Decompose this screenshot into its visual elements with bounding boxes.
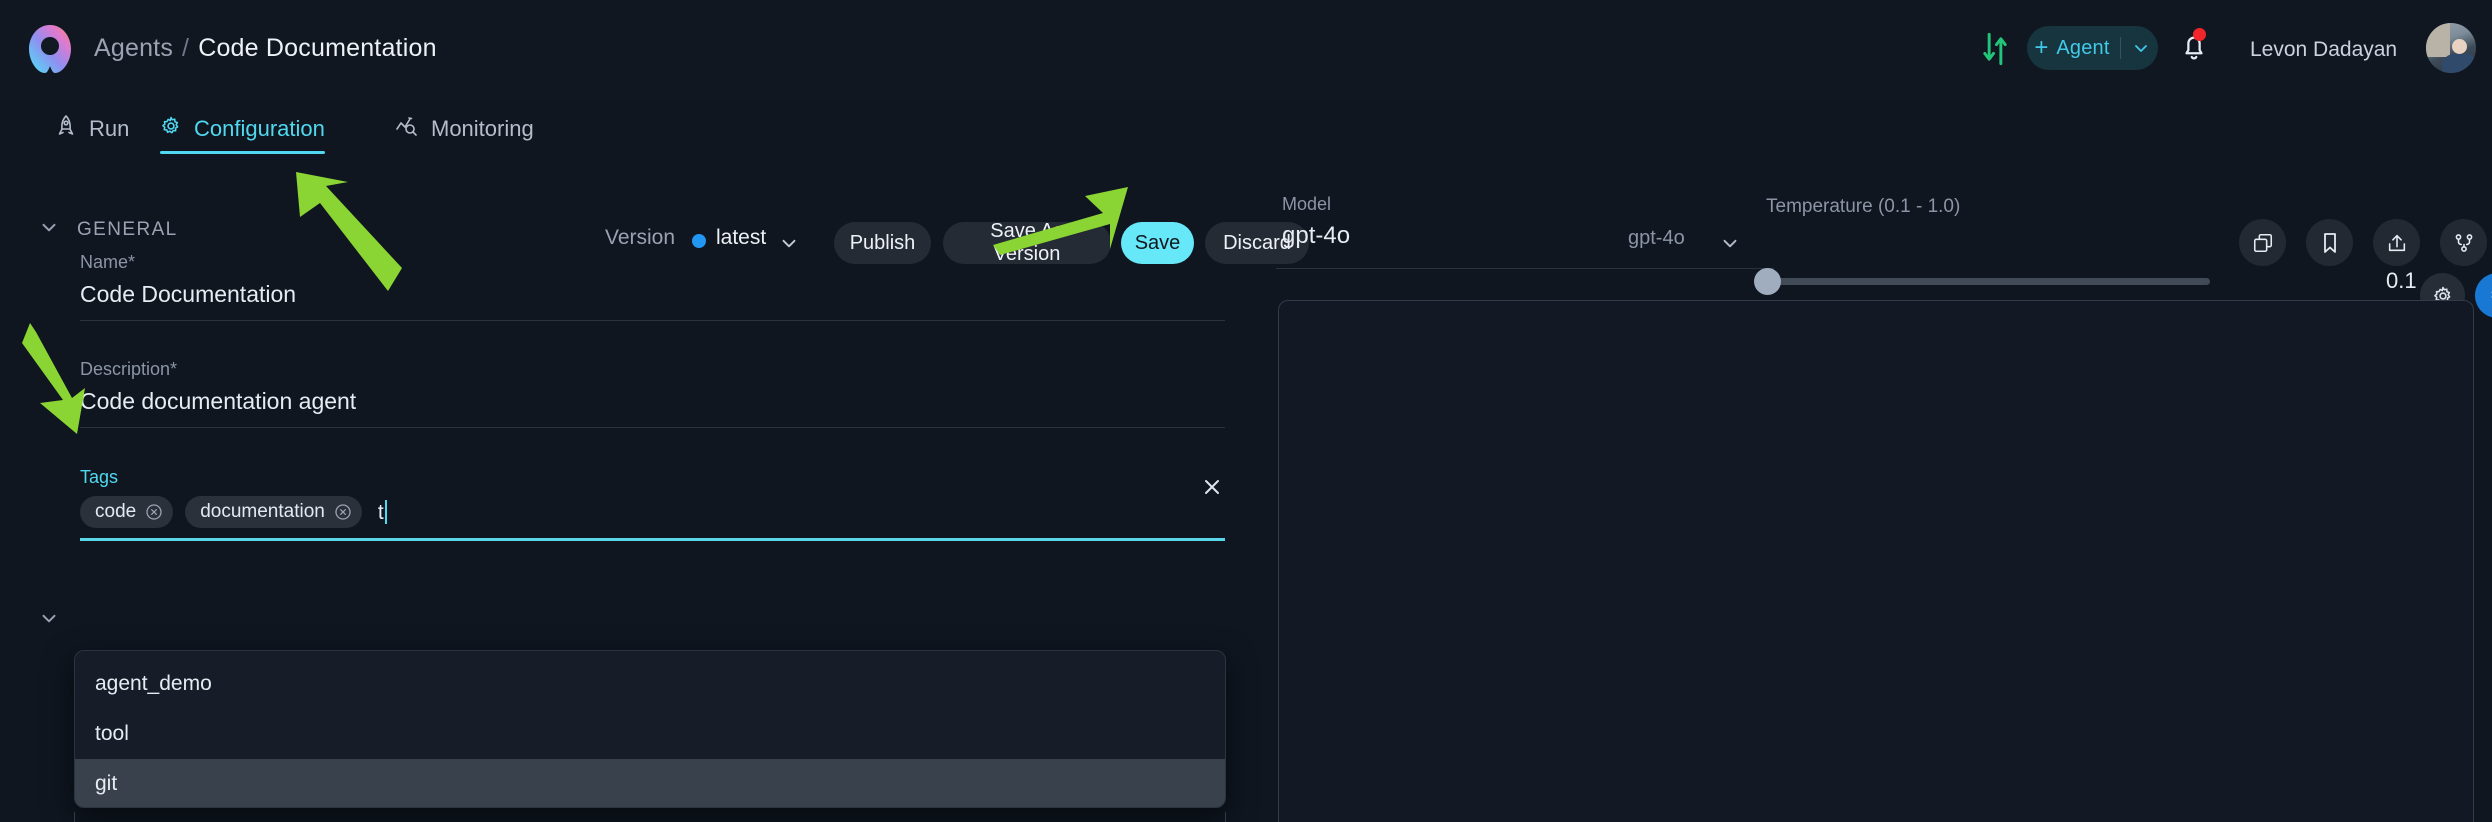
field-underline-focused [80, 538, 1225, 541]
text-caret [385, 500, 387, 524]
tag-chip[interactable]: documentation [185, 496, 362, 528]
tag-chip-label: code [95, 501, 136, 523]
tags-input[interactable]: t [374, 500, 387, 525]
tags-suggestion-item[interactable]: agent_demo [75, 659, 1225, 709]
gear-icon [160, 115, 182, 143]
alita-logo-icon[interactable] [23, 22, 77, 76]
notification-badge-dot [2193, 28, 2206, 41]
close-icon[interactable] [145, 503, 163, 521]
close-icon[interactable] [334, 503, 352, 521]
top-bar: Agents / Code Documentation + Agent Levon … [0, 0, 2492, 98]
field-description-label: Description* [80, 359, 1225, 380]
field-underline [80, 320, 1225, 321]
output-panel [1278, 300, 2474, 822]
configuration-left-panel: GENERAL Name* Code Documentation Descrip… [0, 172, 1260, 822]
tags-suggestion-item[interactable]: tool [75, 709, 1225, 759]
swap-vertical-icon[interactable] [1977, 30, 2013, 68]
field-name-label: Name* [80, 252, 1225, 273]
temperature-label: Temperature (0.1 - 1.0) [1766, 196, 1960, 218]
tags-chip-row[interactable]: code documentation t [80, 496, 1225, 538]
tab-monitoring[interactable]: Monitoring [395, 98, 534, 160]
model-field-underline [1276, 268, 1774, 269]
section-header-label: GENERAL [77, 219, 178, 241]
section-header-general[interactable]: GENERAL [38, 216, 178, 243]
field-description[interactable]: Description* Code documentation agent [80, 359, 1225, 428]
field-description-value[interactable]: Code documentation agent [80, 388, 1225, 427]
section-header-collapsed-chevron[interactable] [38, 607, 60, 634]
model-selected-value[interactable]: gpt-4o [1628, 227, 1685, 250]
tag-chip[interactable]: code [80, 496, 173, 528]
breadcrumb-parent[interactable]: Agents [94, 34, 173, 62]
rocket-icon [55, 114, 77, 144]
tab-run-label: Run [89, 116, 129, 142]
tags-suggestion-item[interactable]: git [75, 759, 1225, 808]
chevron-down-icon[interactable] [1719, 232, 1741, 259]
field-underline [80, 427, 1225, 428]
tags-input-value: t [378, 501, 384, 524]
model-value[interactable]: gpt-4o [1282, 222, 1350, 250]
model-label: Model [1282, 194, 1331, 215]
temperature-value[interactable]: 0.1 [2386, 268, 2417, 294]
configuration-right-panel: Model gpt-4o gpt-4o Temperature (0.1 - 1… [1260, 172, 2492, 822]
clear-tags-close-icon[interactable] [1198, 473, 1226, 501]
field-tags[interactable]: Tags code documentation t [80, 467, 1225, 541]
tab-configuration[interactable]: Configuration [160, 98, 325, 160]
tab-bar: Run Configuration Monitoring Version lat… [0, 98, 2492, 160]
breadcrumb: Agents / Code Documentation [94, 34, 437, 63]
field-name-value[interactable]: Code Documentation [80, 281, 1225, 320]
tag-chip-label: documentation [200, 501, 325, 523]
tab-monitoring-label: Monitoring [431, 116, 534, 142]
tab-configuration-label: Configuration [194, 116, 325, 142]
chart-search-icon [395, 115, 419, 143]
avatar-body [2442, 54, 2476, 73]
field-tags-label: Tags [80, 467, 1225, 488]
tags-suggestions-dropdown[interactable]: agent_demo tool git [74, 650, 1226, 808]
tab-run[interactable]: Run [55, 98, 129, 160]
user-name-label[interactable]: Levon Dadayan [2250, 38, 2397, 62]
breadcrumb-current: Code Documentation [198, 34, 436, 62]
divider [2120, 37, 2121, 59]
avatar-background [2426, 23, 2450, 57]
temperature-slider-thumb[interactable] [1754, 268, 1781, 295]
collapse-down-icon[interactable] [2475, 273, 2492, 318]
field-name[interactable]: Name* Code Documentation [80, 252, 1225, 321]
avatar-head [2452, 39, 2467, 54]
avatar[interactable] [2426, 23, 2476, 73]
breadcrumb-separator: / [182, 34, 189, 62]
chevron-down-icon[interactable] [2131, 38, 2151, 58]
chevron-down-icon [38, 216, 60, 243]
tab-active-underline [160, 151, 325, 154]
agent-button-label: Agent [2056, 37, 2109, 60]
add-agent-button[interactable]: + Agent [2027, 26, 2158, 70]
temperature-slider-track[interactable] [1760, 278, 2210, 285]
instructions-textarea[interactable]: You are an expert technical writer taske… [74, 812, 1226, 822]
plus-icon: + [2034, 36, 2048, 60]
